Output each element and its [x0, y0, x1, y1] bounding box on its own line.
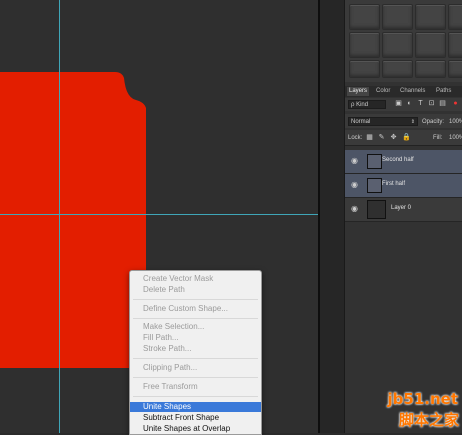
adjustment-filter-icon[interactable]: ◐ — [406, 100, 413, 108]
blend-row: Normal ⇕ Opacity: 100% — [345, 114, 462, 128]
opacity-label: Opacity: — [422, 119, 445, 125]
menu-separator — [133, 396, 258, 397]
visibility-eye-icon[interactable]: ◉ — [350, 181, 359, 189]
layer-name: Second half — [382, 157, 414, 163]
layer-name: First half — [382, 181, 406, 187]
lock-all-icon[interactable]: 🔒 — [402, 134, 411, 141]
menu-item-unite-shapes[interactable]: Unite Shapes — [143, 402, 191, 411]
menu-item-delete-path[interactable]: Delete Path — [143, 285, 185, 294]
smart-object-filter-icon[interactable]: ▤ — [439, 100, 446, 108]
menu-item-subtract-front-shape[interactable]: Subtract Front Shape — [143, 413, 219, 422]
menu-item-clipping-path[interactable]: Clipping Path... — [143, 363, 197, 372]
lock-image-icon[interactable]: ✎ — [378, 134, 385, 141]
tab-paths[interactable]: Paths — [434, 87, 453, 96]
visibility-eye-icon[interactable]: ◉ — [350, 157, 359, 165]
blend-mode-dropdown[interactable]: Normal ⇕ — [348, 117, 418, 126]
style-swatch[interactable] — [448, 32, 462, 58]
visibility-eye-icon[interactable]: ◉ — [350, 205, 359, 213]
style-swatch[interactable] — [448, 4, 462, 30]
fill-value[interactable]: 100% — [449, 134, 462, 142]
panel-dock-strip — [320, 0, 344, 433]
path-context-menu: Create Vector Mask Delete Path Define Cu… — [129, 270, 262, 435]
layer-filter-row: ρ Kind ▣ ◐ T ⊡ ▤ ● — [345, 98, 462, 111]
right-panel: Layers Color Channels Paths ρ Kind ▣ ◐ T… — [344, 0, 462, 433]
tab-color[interactable]: Color — [374, 87, 392, 96]
watermark: jb51.net 脚本之家 — [382, 390, 462, 433]
style-swatch[interactable] — [415, 60, 446, 78]
lock-label: Lock: — [348, 135, 363, 141]
menu-separator — [133, 377, 258, 378]
watermark-domain: jb51.net — [387, 390, 458, 408]
horizontal-guide[interactable] — [0, 214, 318, 215]
kind-filter-dropdown[interactable]: ρ Kind — [348, 100, 386, 109]
opacity-value[interactable]: 100% — [449, 118, 462, 126]
style-swatch[interactable] — [382, 60, 413, 78]
tab-layers[interactable]: Layers — [347, 87, 370, 96]
menu-separator — [133, 358, 258, 359]
style-swatch[interactable] — [415, 32, 446, 58]
blend-mode-value: Normal — [351, 119, 371, 125]
shape-layer-thumbnail — [367, 154, 382, 169]
style-swatch[interactable] — [349, 32, 380, 58]
dropdown-arrow-icon: ⇕ — [410, 119, 415, 125]
style-swatch[interactable] — [415, 4, 446, 30]
menu-separator — [133, 318, 258, 319]
layer-row[interactable]: ◉ Second half — [345, 150, 462, 174]
menu-separator — [133, 299, 258, 300]
style-swatch[interactable] — [448, 60, 462, 78]
vertical-guide[interactable] — [59, 0, 60, 433]
menu-item-create-vector-mask[interactable]: Create Vector Mask — [143, 274, 213, 283]
style-swatch[interactable] — [382, 32, 413, 58]
menu-item-free-transform[interactable]: Free Transform — [143, 382, 198, 391]
layer-name: Layer 0 — [391, 205, 412, 211]
menu-item-unite-shapes-at-overlap[interactable]: Unite Shapes at Overlap — [143, 424, 230, 433]
style-swatch[interactable] — [382, 4, 413, 30]
menu-item-make-selection[interactable]: Make Selection... — [143, 322, 204, 331]
layer-row[interactable]: ◉ First half — [345, 174, 462, 198]
lock-transparent-icon[interactable]: ▦ — [366, 134, 373, 141]
layer-row[interactable]: ◉ Layer 0 — [345, 198, 462, 222]
style-swatch[interactable] — [349, 4, 380, 30]
shape-layer-thumbnail — [367, 178, 382, 193]
style-swatch[interactable] — [349, 60, 380, 78]
pixel-layer-thumbnail — [367, 200, 386, 219]
menu-item-define-custom-shape[interactable]: Define Custom Shape... — [143, 304, 228, 313]
filter-toggle-icon[interactable]: ● — [452, 100, 459, 108]
fill-label: Fill: — [433, 135, 443, 141]
styles-swatches — [345, 0, 462, 82]
watermark-site-name: 脚本之家 — [398, 411, 459, 429]
lock-position-icon[interactable]: ✥ — [390, 134, 397, 141]
red-can-shape[interactable] — [0, 68, 150, 370]
pixel-filter-icon[interactable]: ▣ — [395, 100, 402, 108]
menu-item-stroke-path[interactable]: Stroke Path... — [143, 344, 191, 353]
type-filter-icon[interactable]: T — [417, 100, 424, 108]
panel-tabs: Layers Color Channels Paths — [345, 86, 462, 97]
menu-item-fill-path[interactable]: Fill Path... — [143, 333, 179, 342]
lock-row: Lock: ▦ ✎ ✥ 🔒 Fill: 100% — [345, 130, 462, 146]
shape-filter-icon[interactable]: ⊡ — [428, 100, 435, 108]
tab-channels[interactable]: Channels — [398, 87, 427, 96]
